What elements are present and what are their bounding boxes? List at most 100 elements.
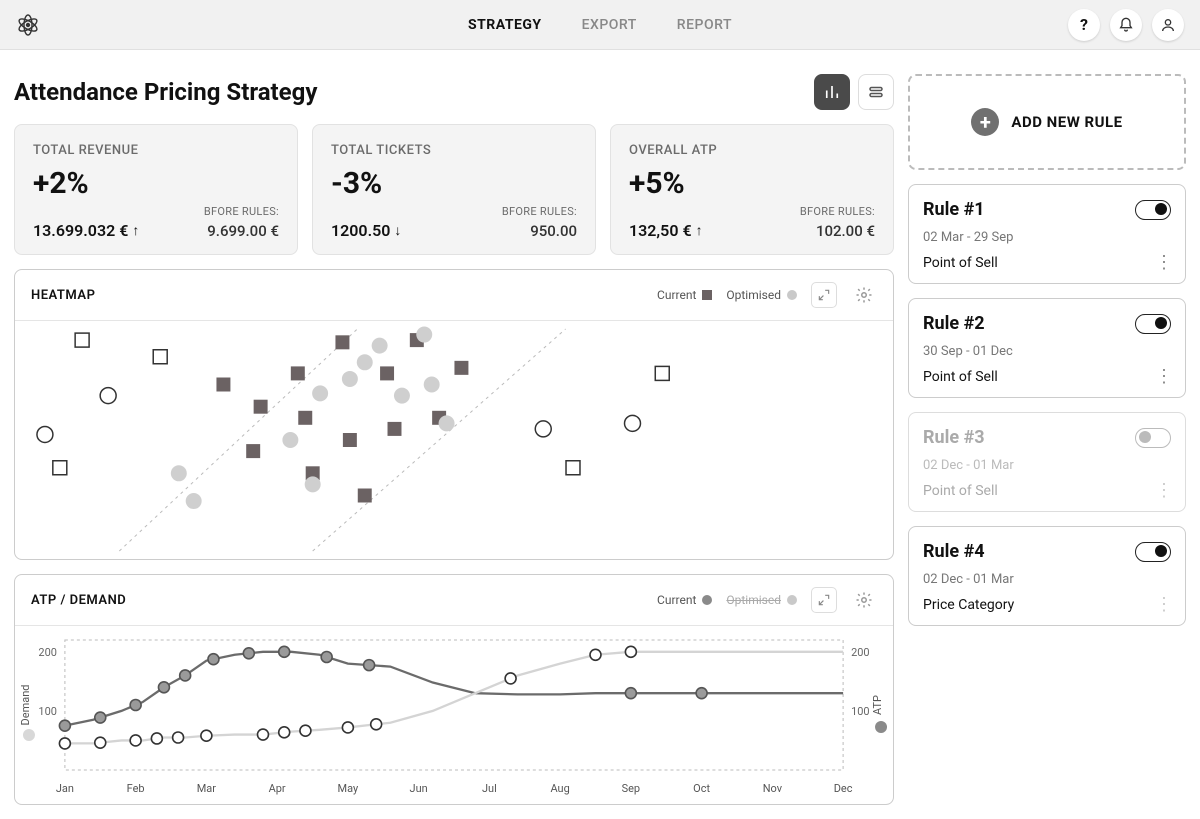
stat-title: OVERALL ATP	[629, 143, 875, 158]
svg-text:May: May	[338, 782, 359, 795]
stat-pct: +5%	[629, 166, 875, 201]
legend-current: Current	[657, 288, 712, 302]
arrow-down-icon: ↓	[394, 222, 401, 239]
stat-value-text: 13.699.032 €	[33, 221, 128, 240]
svg-text:Feb: Feb	[127, 782, 145, 795]
arrow-up-icon: ↑	[696, 222, 703, 239]
rule-toggle[interactable]	[1135, 428, 1171, 448]
svg-text:ATP: ATP	[871, 695, 884, 715]
plus-icon: +	[971, 108, 999, 136]
rule-dates: 02 Mar - 29 Sep	[923, 230, 1171, 245]
bar-chart-icon	[823, 83, 841, 101]
settings-button[interactable]	[851, 587, 877, 613]
rule-card-2[interactable]: Rule #2 30 Sep - 01 Dec Point of Sell ⋮	[908, 298, 1186, 398]
before-label: BFORE RULES:	[204, 205, 279, 218]
legend-optimised: Optimised	[726, 593, 797, 607]
profile-button[interactable]	[1152, 9, 1184, 41]
view-chart-button[interactable]	[814, 74, 850, 110]
stat-before: BFORE RULES: 950.00	[502, 205, 577, 240]
svg-text:Jan: Jan	[56, 782, 74, 795]
legend-current: Current	[657, 593, 712, 607]
list-icon	[867, 83, 885, 101]
nav-export[interactable]: EXPORT	[582, 17, 637, 33]
rule-name: Rule #3	[923, 427, 985, 448]
expand-button[interactable]	[811, 282, 837, 308]
rule-menu-button[interactable]: ⋮	[1155, 375, 1171, 379]
rule-type: Price Category	[923, 597, 1014, 613]
settings-button[interactable]	[851, 282, 877, 308]
legend-label: Current	[657, 288, 696, 302]
atp-chart[interactable]: 200100200100DemandATPJanFebMarAprMayJunJ…	[15, 626, 893, 804]
stat-value: 1200.50 ↓	[331, 221, 401, 240]
stat-pct: +2%	[33, 166, 279, 201]
before-label: BFORE RULES:	[502, 205, 577, 218]
rule-toggle[interactable]	[1135, 314, 1171, 334]
rule-menu-button[interactable]: ⋮	[1155, 489, 1171, 493]
before-value: 950.00	[530, 222, 577, 240]
legend-optimised: Optimised	[726, 288, 797, 302]
rule-name: Rule #2	[923, 313, 985, 334]
dot-icon	[787, 290, 797, 300]
expand-button[interactable]	[811, 587, 837, 613]
rule-toggle[interactable]	[1135, 542, 1171, 562]
svg-text:Mar: Mar	[197, 782, 217, 795]
add-rule-label: ADD NEW RULE	[1011, 113, 1122, 131]
svg-text:Jun: Jun	[410, 782, 428, 795]
legend-label: Optimised	[726, 288, 781, 302]
rule-menu-button[interactable]: ⋮	[1155, 261, 1171, 265]
gear-icon	[855, 591, 873, 609]
dot-icon	[702, 595, 712, 605]
before-label: BFORE RULES:	[800, 205, 875, 218]
view-list-button[interactable]	[858, 74, 894, 110]
dot-icon	[787, 595, 797, 605]
rule-menu-button[interactable]: ⋮	[1155, 603, 1171, 607]
arrow-up-icon: ↑	[132, 222, 139, 239]
rule-dates: 02 Dec - 01 Mar	[923, 572, 1171, 587]
rule-card-1[interactable]: Rule #1 02 Mar - 29 Sep Point of Sell ⋮	[908, 184, 1186, 284]
before-value: 9.699.00 €	[207, 222, 279, 240]
stat-value-text: 132,50 €	[629, 221, 692, 240]
rule-type: Point of Sell	[923, 255, 998, 271]
heatmap-panel: HEATMAP Current Optimised	[14, 269, 894, 560]
legend-label: Optimised	[726, 593, 781, 607]
gear-icon	[855, 286, 873, 304]
rule-type: Point of Sell	[923, 483, 998, 499]
atp-title: ATP / DEMAND	[31, 593, 126, 608]
stat-cards: TOTAL REVENUE +2% 13.699.032 € ↑ BFORE R…	[14, 124, 894, 255]
rule-name: Rule #1	[923, 199, 985, 220]
page-title: Attendance Pricing Strategy	[14, 78, 317, 106]
nav-strategy[interactable]: STRATEGY	[468, 17, 542, 33]
add-rule-button[interactable]: + ADD NEW RULE	[908, 74, 1186, 170]
heatmap-chart[interactable]	[15, 321, 893, 559]
svg-text:100: 100	[851, 705, 869, 718]
rule-dates: 30 Sep - 01 Dec	[923, 344, 1171, 359]
svg-text:Nov: Nov	[763, 782, 783, 795]
stat-title: TOTAL TICKETS	[331, 143, 577, 158]
rule-toggle[interactable]	[1135, 200, 1171, 220]
rule-name: Rule #4	[923, 541, 985, 562]
svg-text:Oct: Oct	[693, 782, 710, 795]
svg-text:Aug: Aug	[550, 782, 569, 795]
rule-card-3[interactable]: Rule #3 02 Dec - 01 Mar Point of Sell ⋮	[908, 412, 1186, 512]
svg-text:100: 100	[38, 705, 56, 718]
expand-icon	[817, 288, 831, 302]
stat-title: TOTAL REVENUE	[33, 143, 279, 158]
stat-value: 13.699.032 € ↑	[33, 221, 139, 240]
stat-card-revenue: TOTAL REVENUE +2% 13.699.032 € ↑ BFORE R…	[14, 124, 298, 255]
help-icon: ?	[1080, 15, 1088, 34]
expand-icon	[817, 593, 831, 607]
header-actions: ?	[1068, 9, 1184, 41]
stat-value: 132,50 € ↑	[629, 221, 703, 240]
rule-dates: 02 Dec - 01 Mar	[923, 458, 1171, 473]
user-icon	[1160, 17, 1176, 33]
stat-card-atp: OVERALL ATP +5% 132,50 € ↑ BFORE RULES: …	[610, 124, 894, 255]
notifications-button[interactable]	[1110, 9, 1142, 41]
svg-text:Demand: Demand	[19, 685, 32, 726]
help-button[interactable]: ?	[1068, 9, 1100, 41]
nav-report[interactable]: REPORT	[677, 17, 732, 33]
app-header: STRATEGY EXPORT REPORT ?	[0, 0, 1200, 50]
atp-panel: ATP / DEMAND Current Optimised	[14, 574, 894, 805]
rule-card-4[interactable]: Rule #4 02 Dec - 01 Mar Price Category ⋮	[908, 526, 1186, 626]
stat-before: BFORE RULES: 102.00 €	[800, 205, 875, 240]
bell-icon	[1118, 17, 1134, 33]
